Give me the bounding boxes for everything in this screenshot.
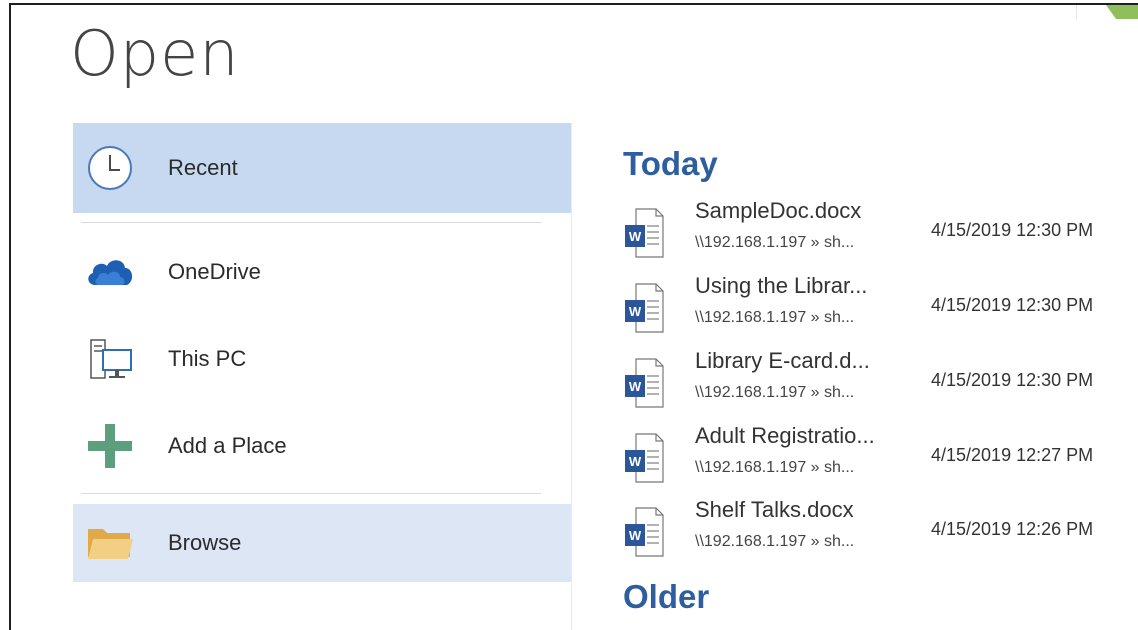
computer-icon: [85, 334, 135, 384]
svg-text:W: W: [629, 229, 642, 244]
place-recent[interactable]: Recent: [73, 123, 571, 213]
word-document-icon: W: [625, 283, 664, 333]
file-path: \\192.168.1.197 » sh...: [695, 234, 855, 251]
recent-file-row[interactable]: W Shelf Talks.docx \\192.168.1.197 » sh...…: [614, 497, 1134, 571]
file-path: \\192.168.1.197 » sh...: [695, 384, 855, 401]
place-onedrive[interactable]: OneDrive: [73, 231, 571, 313]
place-add-a-place[interactable]: Add a Place: [73, 405, 571, 487]
place-recent-label: Recent: [168, 155, 238, 180]
recent-file-row[interactable]: W Adult Registratio... \\192.168.1.197 » s…: [614, 423, 1134, 497]
recent-file-row[interactable]: W SampleDoc.docx \\192.168.1.197 » sh... 4/…: [614, 198, 1134, 272]
window-corner-decoration: [1076, 5, 1138, 19]
word-document-icon: W: [625, 507, 664, 557]
file-name: Shelf Talks.docx: [695, 497, 854, 522]
place-browse[interactable]: Browse: [73, 504, 571, 582]
svg-text:W: W: [629, 528, 642, 543]
file-path: \\192.168.1.197 » sh...: [695, 459, 855, 476]
file-modified-date: 4/15/2019 12:30 PM: [931, 370, 1094, 390]
word-document-icon: W: [625, 208, 664, 258]
pane-divider: [571, 123, 572, 630]
svg-text:W: W: [629, 379, 642, 394]
file-name: SampleDoc.docx: [695, 198, 862, 223]
section-heading-today: Today: [623, 145, 718, 182]
divider: [81, 493, 541, 494]
place-this-pc[interactable]: This PC: [73, 318, 571, 400]
cloud-icon: [85, 247, 135, 297]
clock-icon: [85, 143, 135, 193]
file-path: \\192.168.1.197 » sh...: [695, 533, 855, 550]
file-modified-date: 4/15/2019 12:27 PM: [931, 445, 1094, 465]
place-onedrive-label: OneDrive: [168, 259, 261, 284]
place-add-a-place-label: Add a Place: [168, 433, 287, 458]
file-path: \\192.168.1.197 » sh...: [695, 309, 855, 326]
page-title: Open: [70, 17, 240, 90]
folder-icon: [85, 518, 135, 568]
recent-file-row[interactable]: W Using the Librar... \\192.168.1.197 » sh…: [614, 273, 1134, 347]
word-document-icon: W: [625, 358, 664, 408]
place-this-pc-label: This PC: [168, 346, 247, 371]
divider: [81, 222, 541, 223]
file-name: Adult Registratio...: [695, 423, 875, 448]
svg-text:W: W: [629, 454, 642, 469]
file-modified-date: 4/15/2019 12:30 PM: [931, 220, 1094, 240]
file-name: Library E-card.d...: [695, 348, 870, 373]
svg-text:W: W: [629, 304, 642, 319]
recent-file-row[interactable]: W Library E-card.d... \\192.168.1.197 » sh…: [614, 348, 1134, 422]
file-modified-date: 4/15/2019 12:26 PM: [931, 519, 1094, 539]
file-name: Using the Librar...: [695, 273, 868, 298]
word-document-icon: W: [625, 433, 664, 483]
plus-icon: [85, 421, 135, 471]
file-modified-date: 4/15/2019 12:30 PM: [931, 295, 1094, 315]
section-heading-older: Older: [623, 578, 710, 615]
place-browse-label: Browse: [168, 530, 242, 555]
